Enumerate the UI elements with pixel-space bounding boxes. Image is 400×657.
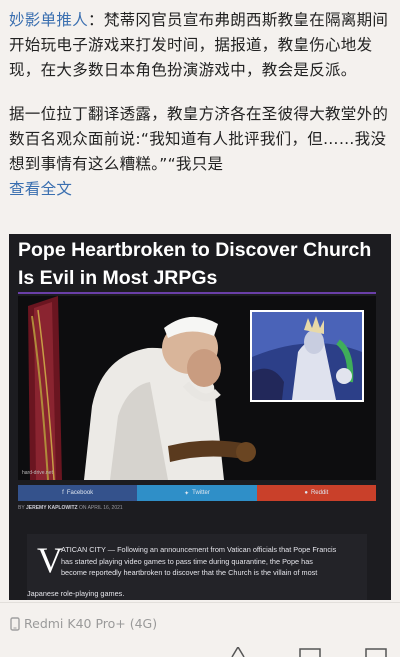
reddit-label: Reddit [310, 490, 329, 496]
body-line-3: become reportedly heartbroken to discove… [61, 568, 318, 577]
headline-divider [18, 292, 376, 294]
reddit-icon: ● [304, 490, 308, 496]
twitter-share-button[interactable]: ✦ Twitter [137, 485, 257, 501]
facebook-share-button[interactable]: f Facebook [18, 485, 138, 501]
photo-credit: hard-drive.net [22, 470, 53, 476]
byline-date: ON APRIL 16, 2021 [78, 505, 123, 511]
reddit-share-button[interactable]: ● Reddit [256, 485, 376, 501]
post-paragraph-2: 据一位拉丁翻译透露，教皇方济各在圣彼得大教堂外的数百名观众面前说:“我知道有人批… [9, 105, 389, 173]
byline-prefix: BY [18, 505, 25, 511]
body-line-1: ATICAN CITY — Following an announcement … [61, 545, 337, 554]
facebook-label: Facebook [66, 490, 94, 496]
article-body: ATICAN CITY — Following an announcement … [27, 544, 361, 598]
body-line-2: has started playing video games to pass … [61, 556, 313, 566]
article-byline: BY JEREMY KAPLOWITZ ON APRIL 16, 2021 [18, 505, 123, 511]
facebook-icon: f [62, 490, 64, 496]
device-label: Redmi K40 Pro+ (4G) [24, 616, 158, 631]
twitter-icon: ✦ [184, 490, 190, 497]
jrpg-villain-inset [250, 310, 364, 402]
post-author[interactable]: 妙影单推人 [9, 11, 88, 29]
device-tag: Redmi K40 Pro+ (4G) [10, 616, 157, 631]
drop-cap: V [37, 540, 63, 580]
byline-author: JEREMY KAPLOWITZ [25, 505, 78, 511]
post-paragraph-1: 妙影单推人：梵蒂冈官员宣布弗朗西斯教皇在隔离期间开始玩电子游戏来打发时间，据报道… [9, 8, 393, 83]
article-headline: Pope Heartbroken to Discover Church Is E… [18, 239, 372, 289]
share-bar: f Facebook ✦ Twitter ● Reddit [18, 485, 376, 501]
article-image[interactable]: Pope Heartbroken to Discover Church Is E… [9, 234, 391, 600]
phone-icon [10, 616, 20, 631]
device-footer: Redmi K40 Pro+ (4G) [0, 602, 400, 657]
author-separator: ： [88, 11, 104, 29]
body-line-4: Japanese role-playing games. [27, 589, 125, 598]
see-full-text-link[interactable]: 查看全文 [9, 177, 393, 202]
post-body: 妙影单推人：梵蒂冈官员宣布弗朗西斯教皇在隔离期间开始玩电子游戏来打发时间，据报道… [9, 8, 393, 202]
article-excerpt: V ATICAN CITY — Following an announcemen… [27, 534, 367, 600]
twitter-label: Twitter [192, 490, 210, 496]
